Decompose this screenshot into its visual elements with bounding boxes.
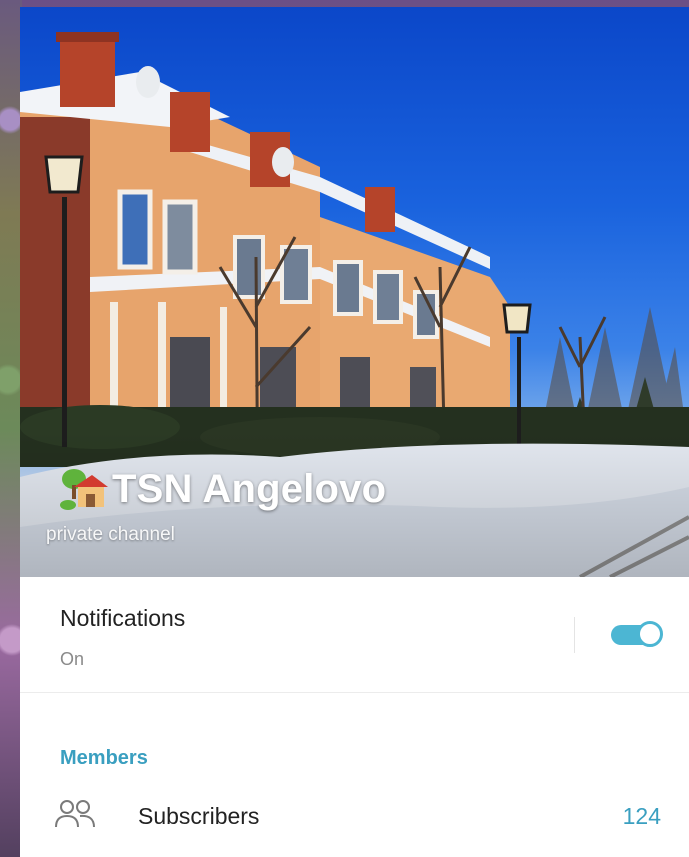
notifications-status: On bbox=[60, 649, 85, 669]
channel-name: TSN Angelovo bbox=[112, 467, 387, 511]
channel-type-label: private channel bbox=[46, 524, 175, 545]
notifications-toggle[interactable] bbox=[607, 621, 665, 647]
notifications-label: Notifications bbox=[60, 605, 186, 631]
channel-info-panel: TSN Angelovo private channel Notificatio… bbox=[20, 7, 689, 857]
subscribers-label: Subscribers bbox=[138, 803, 260, 829]
blurred-background bbox=[0, 0, 22, 857]
subscribers-count: 124 bbox=[622, 803, 661, 829]
members-section-title: Members bbox=[60, 747, 148, 769]
people-icon bbox=[54, 799, 98, 829]
house-with-tree-icon bbox=[60, 468, 108, 512]
notifications-divider bbox=[574, 617, 575, 653]
channel-title: TSN Angelovo bbox=[60, 467, 386, 512]
toggle-thumb bbox=[637, 621, 663, 647]
subscribers-row[interactable]: Subscribers 124 bbox=[20, 799, 689, 849]
channel-header-photo[interactable]: TSN Angelovo private channel bbox=[20, 7, 689, 577]
notifications-row[interactable]: Notifications On bbox=[20, 577, 689, 693]
